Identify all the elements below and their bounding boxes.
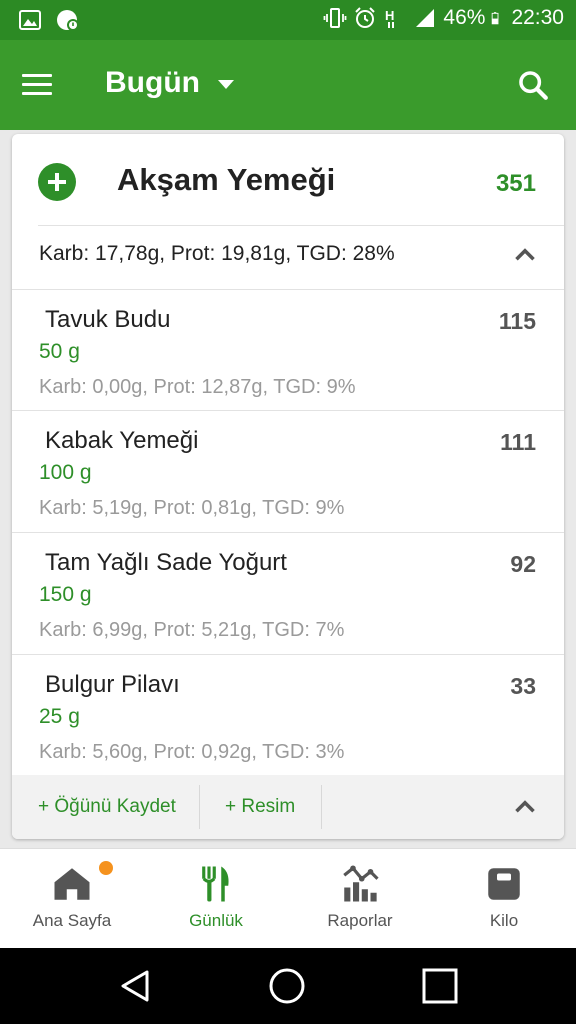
divider xyxy=(38,225,564,226)
food-kcal: 115 xyxy=(498,308,536,334)
food-name: Bulgur Pilavı xyxy=(45,671,180,698)
food-name: Kabak Yemeği xyxy=(45,427,199,454)
divider xyxy=(199,785,200,829)
divider xyxy=(321,785,322,829)
nav-item-home[interactable]: Ana Sayfa xyxy=(0,849,144,949)
food-name: Tam Yağlı Sade Yoğurt xyxy=(45,549,287,576)
nav-label: Kilo xyxy=(489,911,519,930)
food-macros: Karb: 6,99g, Prot: 5,21g, TGD: 7% xyxy=(39,619,345,641)
status-bar: H 46% 22:30 xyxy=(0,0,576,40)
chevron-up-icon[interactable] xyxy=(508,238,542,272)
notification-icon xyxy=(57,10,79,31)
scale-icon xyxy=(488,868,520,900)
food-macros: Karb: 5,19g, Prot: 0,81g, TGD: 9% xyxy=(39,497,345,519)
alarm-icon xyxy=(355,7,376,28)
add-photo-button[interactable]: + Resim xyxy=(225,775,295,839)
food-quantity: 100 g xyxy=(39,461,92,484)
home-icon xyxy=(54,868,90,900)
food-kcal: 111 xyxy=(500,429,536,455)
network-h-icon: H xyxy=(385,8,395,28)
nav-label: Raporlar xyxy=(327,911,393,930)
food-kcal: 33 xyxy=(510,673,536,699)
meal-total-kcal: 351 xyxy=(495,170,536,197)
status-bar-left xyxy=(18,8,80,32)
food-quantity: 50 g xyxy=(39,340,80,363)
food-item[interactable]: Tam Yağlı Sade Yoğurt 150 g Karb: 6,99g,… xyxy=(12,533,564,655)
meal-card: Akşam Yemeği 351 Karb: 17,78g, Prot: 19,… xyxy=(12,134,564,839)
food-macros: Karb: 5,60g, Prot: 0,92g, TGD: 3% xyxy=(39,741,345,763)
search-icon[interactable] xyxy=(516,68,550,102)
add-food-button[interactable] xyxy=(38,163,76,201)
status-bar-right: H 46% 22:30 xyxy=(323,6,564,30)
page-title: Bugün xyxy=(105,66,200,99)
food-name: Tavuk Budu xyxy=(45,306,171,333)
meal-title: Akşam Yemeği xyxy=(117,162,336,197)
app-bar: Bugün xyxy=(0,40,576,130)
notification-dot xyxy=(99,861,113,875)
dropdown-caret-icon xyxy=(217,79,234,89)
nav-item-reports[interactable]: Raporlar xyxy=(288,849,432,949)
nav-label: Ana Sayfa xyxy=(32,911,112,930)
vibrate-icon xyxy=(324,8,347,28)
food-kcal: 92 xyxy=(510,551,536,577)
food-quantity: 150 g xyxy=(39,583,92,606)
svg-text:H: H xyxy=(385,8,394,23)
meal-summary: Karb: 17,78g, Prot: 19,81g, TGD: 28% xyxy=(39,242,395,265)
home-circle-icon[interactable] xyxy=(267,966,307,1006)
recents-icon[interactable] xyxy=(420,966,460,1006)
meal-header: Akşam Yemeği 351 xyxy=(12,134,564,226)
signal-icon xyxy=(416,9,435,27)
chevron-up-icon[interactable] xyxy=(508,790,542,824)
save-meal-button[interactable]: + Öğünü Kaydet xyxy=(38,775,176,839)
food-macros: Karb: 0,00g, Prot: 12,87g, TGD: 9% xyxy=(39,376,356,398)
back-icon[interactable] xyxy=(115,966,155,1006)
clock: 22:30 xyxy=(511,6,564,29)
nav-item-diary[interactable]: Günlük xyxy=(144,849,288,949)
image-icon xyxy=(19,10,41,30)
battery-percent: 46% xyxy=(443,6,486,29)
date-selector[interactable]: Bugün xyxy=(105,66,234,100)
nav-item-weight[interactable]: Kilo xyxy=(432,849,576,949)
bottom-nav: Ana Sayfa Günlük Raporlar Kilo xyxy=(0,848,576,948)
nav-label: Günlük xyxy=(189,911,243,930)
menu-icon xyxy=(22,74,66,95)
food-item[interactable]: Tavuk Budu 50 g Karb: 0,00g, Prot: 12,87… xyxy=(12,290,564,412)
battery-icon xyxy=(492,12,499,25)
reports-icon xyxy=(343,865,379,902)
menu-button[interactable] xyxy=(22,68,66,102)
food-item[interactable]: Kabak Yemeği 100 g Karb: 5,19g, Prot: 0,… xyxy=(12,411,564,533)
fork-knife-icon xyxy=(202,866,229,902)
food-quantity: 25 g xyxy=(39,705,80,728)
system-nav-bar xyxy=(0,948,576,1024)
food-item[interactable]: Bulgur Pilavı 25 g Karb: 5,60g, Prot: 0,… xyxy=(12,655,564,777)
meal-footer: + Öğünü Kaydet + Resim xyxy=(12,775,564,839)
